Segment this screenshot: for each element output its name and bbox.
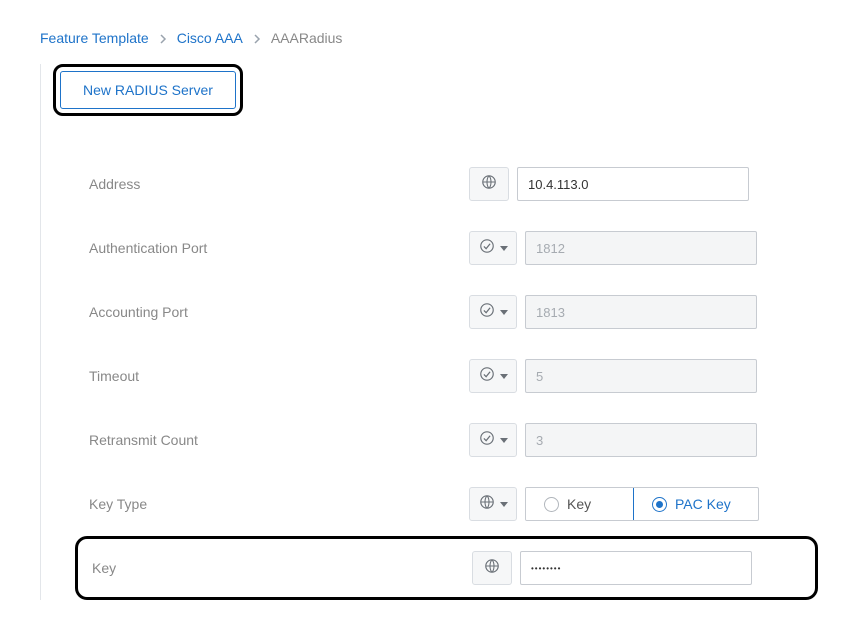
key-type-option-key[interactable]: Key: [526, 488, 634, 520]
caret-down-icon: [500, 502, 508, 507]
new-radius-server-button[interactable]: New RADIUS Server: [60, 71, 236, 109]
breadcrumb-cisco-aaa[interactable]: Cisco AAA: [177, 30, 243, 46]
key-type-label-pac-key: PAC Key: [675, 496, 731, 512]
label-retransmit: Retransmit Count: [89, 432, 469, 448]
check-circle-icon: [479, 430, 495, 451]
key-type-label-key: Key: [567, 496, 591, 512]
chevron-right-icon: [159, 30, 167, 46]
auth-port-input: [525, 231, 757, 265]
scope-button-key[interactable]: [472, 551, 512, 585]
row-timeout: Timeout: [41, 344, 818, 408]
address-input[interactable]: [517, 167, 749, 201]
form-container: New RADIUS Server Address Authentication…: [40, 64, 818, 600]
row-address: Address: [41, 152, 818, 216]
scope-button-key-type[interactable]: [469, 487, 517, 521]
breadcrumb-current: AAARadius: [271, 30, 343, 46]
radio-icon: [652, 497, 667, 512]
key-input[interactable]: [520, 551, 752, 585]
label-key: Key: [92, 560, 472, 576]
scope-button-retransmit[interactable]: [469, 423, 517, 457]
scope-button-address[interactable]: [469, 167, 509, 201]
key-type-option-pac-key[interactable]: PAC Key: [633, 487, 759, 521]
check-circle-icon: [479, 366, 495, 387]
row-auth-port: Authentication Port: [41, 216, 818, 280]
check-circle-icon: [479, 238, 495, 259]
scope-button-auth-port[interactable]: [469, 231, 517, 265]
scope-button-timeout[interactable]: [469, 359, 517, 393]
breadcrumb-feature-template[interactable]: Feature Template: [40, 30, 149, 46]
caret-down-icon: [500, 246, 508, 251]
breadcrumb: Feature Template Cisco AAA AAARadius: [40, 30, 818, 46]
annotation-highlight: New RADIUS Server: [53, 64, 243, 116]
timeout-input: [525, 359, 757, 393]
globe-icon: [484, 558, 500, 579]
label-acct-port: Accounting Port: [89, 304, 469, 320]
row-key-type: Key Type Key PAC Key: [41, 472, 818, 536]
label-key-type: Key Type: [89, 496, 469, 512]
row-acct-port: Accounting Port: [41, 280, 818, 344]
row-retransmit: Retransmit Count: [41, 408, 818, 472]
check-circle-icon: [479, 302, 495, 323]
chevron-right-icon: [253, 30, 261, 46]
label-address: Address: [89, 176, 469, 192]
label-timeout: Timeout: [89, 368, 469, 384]
caret-down-icon: [500, 374, 508, 379]
label-auth-port: Authentication Port: [89, 240, 469, 256]
key-type-radio-group: Key PAC Key: [525, 487, 759, 521]
caret-down-icon: [500, 438, 508, 443]
globe-icon: [481, 174, 497, 195]
scope-button-acct-port[interactable]: [469, 295, 517, 329]
retransmit-input: [525, 423, 757, 457]
row-key: Key: [75, 536, 818, 600]
radio-icon: [544, 497, 559, 512]
caret-down-icon: [500, 310, 508, 315]
globe-icon: [479, 494, 495, 515]
acct-port-input: [525, 295, 757, 329]
